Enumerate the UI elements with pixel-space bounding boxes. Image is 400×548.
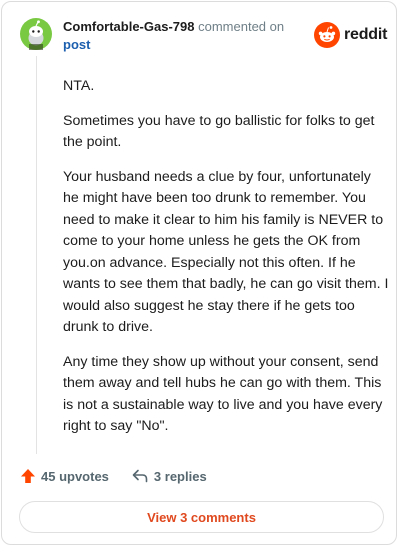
reply-arrow-icon [132,469,148,483]
post-link[interactable]: post [63,36,90,54]
thread-line[interactable] [36,56,37,454]
comment-header: Comfortable-Gas-798 commented on [63,18,284,36]
upvote-arrow-icon [21,469,35,483]
comment-body: NTA. Sometimes you have to go ballistic … [63,76,389,451]
author-name[interactable]: Comfortable-Gas-798 [63,19,194,34]
comment-action-text: commented on [198,19,285,34]
reddit-wordmark: reddit [344,26,388,43]
comment-card: Comfortable-Gas-798 commented on post re… [1,1,397,545]
comment-paragraph: Any time they show up without your conse… [63,353,383,435]
comment-actions: 45 upvotes 3 replies [20,468,207,484]
reddit-brand[interactable]: reddit [314,22,387,48]
comment-paragraph: Sometimes you have to go ballistic for f… [63,112,375,151]
avatar-snoo-icon [20,18,52,50]
reply-count: 3 replies [153,468,207,484]
upvote-button[interactable]: 45 upvotes [20,468,109,484]
upvote-count: 45 upvotes [41,468,109,484]
avatar[interactable] [20,18,52,50]
view-comments-button[interactable]: View 3 comments [19,501,384,533]
reply-button[interactable]: 3 replies [132,469,207,484]
reddit-logo-icon [314,22,340,48]
comment-paragraph: Your husband needs a clue by four, unfor… [63,168,389,336]
comment-paragraph: NTA. [63,78,95,94]
